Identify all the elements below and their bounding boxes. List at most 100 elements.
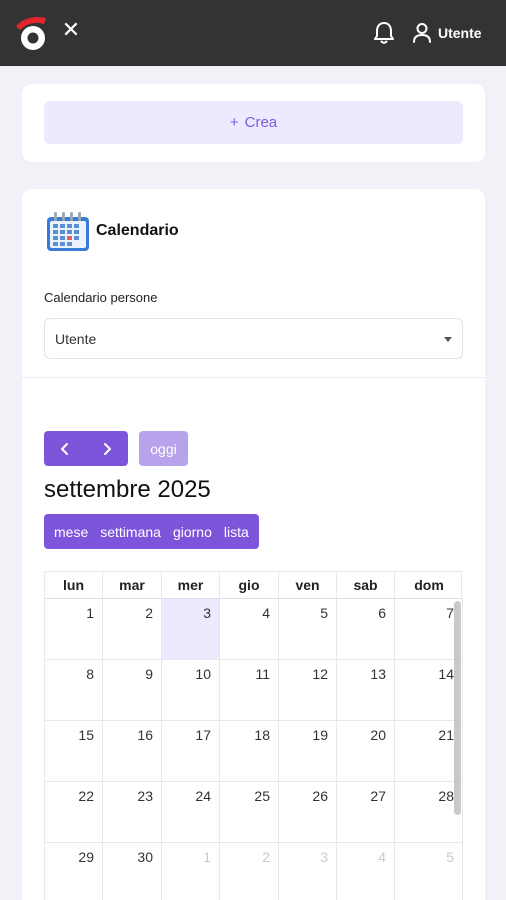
day-number: 4: [262, 605, 270, 621]
next-month-button[interactable]: [86, 431, 128, 466]
day-cell[interactable]: 8: [45, 660, 103, 721]
user-name: Utente: [438, 25, 482, 41]
scrollbar[interactable]: [454, 601, 461, 815]
weekday-label: mar: [103, 572, 162, 598]
day-number: 16: [137, 727, 153, 743]
day-cell[interactable]: 1: [162, 843, 220, 900]
day-cell[interactable]: 4: [337, 843, 395, 900]
day-number: 6: [378, 605, 386, 621]
day-cell[interactable]: 18: [220, 721, 279, 782]
month-navigation: [44, 431, 128, 466]
month-title: settembre 2025: [44, 476, 211, 503]
day-number: 27: [370, 788, 386, 804]
day-cell[interactable]: 14: [395, 660, 463, 721]
day-cell[interactable]: 2: [220, 843, 279, 900]
day-cell[interactable]: 19: [279, 721, 337, 782]
day-cell[interactable]: 2: [103, 599, 162, 660]
user-icon: [413, 23, 431, 43]
bell-icon[interactable]: [372, 20, 396, 46]
plus-icon: +: [229, 114, 239, 131]
day-cell[interactable]: 12: [279, 660, 337, 721]
day-cell[interactable]: 21: [395, 721, 463, 782]
day-number: 19: [312, 727, 328, 743]
user-menu[interactable]: Utente: [412, 20, 482, 46]
top-bar: ✕ Utente: [0, 0, 506, 66]
day-cell[interactable]: 17: [162, 721, 220, 782]
day-number: 2: [145, 605, 153, 621]
day-cell[interactable]: 26: [279, 782, 337, 843]
day-number: 11: [255, 666, 270, 682]
calendar-title: Calendario: [96, 222, 179, 239]
weekday-label: sab: [337, 572, 395, 598]
day-number: 5: [320, 605, 328, 621]
day-number: 26: [312, 788, 328, 804]
today-button[interactable]: oggi: [139, 431, 188, 466]
day-number: 2: [262, 849, 270, 865]
day-number: 22: [78, 788, 94, 804]
weekday-label: mer: [162, 572, 220, 598]
day-number: 15: [78, 727, 94, 743]
calendar-icon: [47, 212, 89, 251]
day-cell[interactable]: 6: [337, 599, 395, 660]
create-label: Crea: [244, 114, 278, 131]
app-logo-icon[interactable]: [12, 14, 50, 54]
month-grid: lun mar mer gio ven sab dom 1 2 3 4 5 6 7 8 9 10 1…: [44, 571, 463, 900]
day-cell[interactable]: 29: [45, 843, 103, 900]
day-cell[interactable]: 22: [45, 782, 103, 843]
day-cell[interactable]: 3: [279, 843, 337, 900]
weekday-header: lun mar mer gio ven sab dom: [44, 571, 462, 599]
day-cell[interactable]: 25: [220, 782, 279, 843]
day-number: 18: [254, 727, 270, 743]
day-number: 8: [86, 666, 94, 682]
day-cell[interactable]: 11: [220, 660, 279, 721]
calendar-card: Calendario Calendario persone Utente ogg…: [22, 189, 485, 900]
person-select[interactable]: Utente: [44, 318, 463, 359]
day-cell[interactable]: 5: [395, 843, 463, 900]
chevron-down-icon: [444, 337, 452, 342]
close-icon[interactable]: ✕: [60, 20, 82, 42]
day-cell[interactable]: 28: [395, 782, 463, 843]
day-cell[interactable]: 23: [103, 782, 162, 843]
day-number: 3: [320, 849, 328, 865]
day-cell[interactable]: 1: [45, 599, 103, 660]
weekday-label: lun: [45, 572, 103, 598]
view-month-button[interactable]: mese: [48, 514, 94, 549]
day-cell[interactable]: 30: [103, 843, 162, 900]
day-number: 17: [195, 727, 211, 743]
prev-month-button[interactable]: [44, 431, 86, 466]
day-cell[interactable]: 9: [103, 660, 162, 721]
day-cell[interactable]: 15: [45, 721, 103, 782]
day-number: 20: [370, 727, 386, 743]
day-cell[interactable]: 27: [337, 782, 395, 843]
day-cell[interactable]: 24: [162, 782, 220, 843]
day-cell[interactable]: 10: [162, 660, 220, 721]
day-cell[interactable]: 7: [395, 599, 463, 660]
day-number: 23: [137, 788, 153, 804]
day-cell[interactable]: 4: [220, 599, 279, 660]
day-cell[interactable]: 20: [337, 721, 395, 782]
day-cell[interactable]: 13: [337, 660, 395, 721]
day-cell[interactable]: 16: [103, 721, 162, 782]
person-select-value: Utente: [55, 330, 97, 347]
view-week-button[interactable]: settimana: [94, 514, 167, 549]
weekday-label: ven: [279, 572, 337, 598]
day-cell[interactable]: 5: [279, 599, 337, 660]
day-number: 3: [203, 605, 211, 621]
day-grid: 1 2 3 4 5 6 7 8 9 10 11 12 13 14 15 16 17 18 19 20 21 22 23 24 2…: [44, 599, 463, 900]
day-cell-today[interactable]: 3: [162, 599, 220, 660]
day-number: 29: [78, 849, 94, 865]
day-number: 1: [86, 605, 94, 621]
day-number: 7: [446, 605, 454, 621]
chevron-left-icon: [61, 442, 68, 455]
person-calendar-label: Calendario persone: [44, 290, 158, 305]
view-day-button[interactable]: giorno: [167, 514, 218, 549]
weekday-label: dom: [414, 577, 444, 593]
day-number: 13: [370, 666, 386, 682]
day-number: 24: [195, 788, 211, 804]
day-number: 9: [145, 666, 153, 682]
day-number: 30: [137, 849, 153, 865]
create-button[interactable]: + Crea: [44, 101, 463, 144]
day-number: 12: [312, 666, 328, 682]
view-list-button[interactable]: lista: [218, 514, 255, 549]
calendar-header: Calendario: [44, 209, 179, 253]
